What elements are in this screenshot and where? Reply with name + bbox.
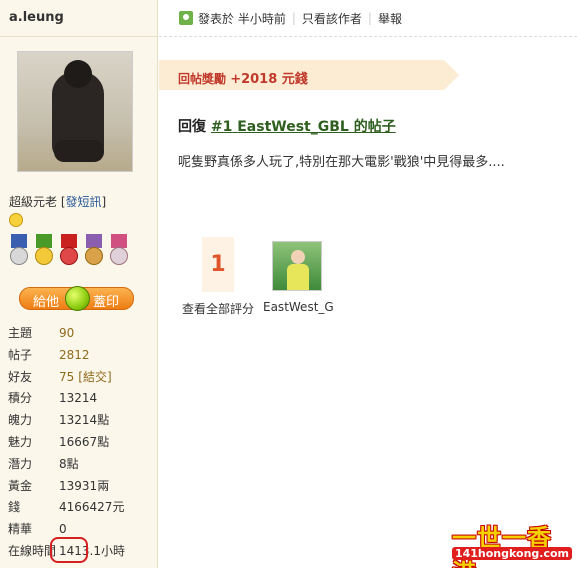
author-avatar[interactable] (17, 51, 133, 172)
stat-points: 積分 13214 (8, 391, 98, 406)
stat-threads: 主題 90 (8, 326, 75, 340)
stat-money: 錢 4166427 元 (8, 500, 125, 515)
rating-count[interactable]: 1 (202, 237, 234, 292)
rater-avatar[interactable] (272, 241, 322, 291)
post-body: 呢隻野真係多人玩了,特別在那大電影'戰狼'中見得最多.... (178, 155, 505, 170)
give-label: 給他 (33, 295, 60, 310)
post-meta-bar: 發表於 半小時前 | 只看該作者 | 舉報 (159, 0, 577, 37)
post-time: 發表於 半小時前 (198, 11, 286, 26)
tennis-ball-icon (65, 286, 90, 311)
author-rank: 超級元老 [發短訊] (9, 195, 107, 209)
stat-potential: 潛力 8 點 (8, 456, 79, 471)
stat-gold: 黃金 13931 兩 (8, 478, 110, 493)
send-pm-link[interactable]: 發短訊 (66, 195, 102, 209)
rater-name-link[interactable]: EastWest_G (263, 300, 334, 314)
only-author-link[interactable]: 只看該作者 (302, 10, 362, 27)
rank-label: 超級元老 (9, 195, 58, 209)
view-all-ratings-link[interactable]: 查看全部評分 (182, 300, 254, 317)
reply-reward-banner: 回帖獎勵 +2018 元錢 (159, 60, 459, 90)
author-sidebar: a.leung 超級元老 [發短訊] 給他 蓋印 主題 90 帖子 2812 好友 7… (0, 0, 158, 568)
reward-label: 回帖獎勵 (178, 72, 227, 86)
smiley-icon (9, 213, 23, 227)
stat-friends: 好友 75 [結交] (8, 367, 125, 389)
report-link[interactable]: 舉報 (378, 10, 402, 27)
reward-amount: +2018 元錢 (230, 72, 308, 87)
medal-icon[interactable] (33, 234, 55, 268)
stat-power: 魄力 13214 點 (8, 413, 110, 428)
post-main: 發表於 半小時前 | 只看該作者 | 舉報 回帖獎勵 +2018 元錢 回復 #… (159, 0, 577, 568)
watermark-bottom: 141hongkong.com (451, 547, 572, 560)
user-online-icon (179, 11, 193, 25)
medal-icon[interactable] (58, 234, 80, 268)
reply-target-link[interactable]: #1 EastWest_GBL 的帖子 (211, 119, 396, 135)
medals-list (8, 234, 130, 268)
author-stats: 主題 90 帖子 2812 好友 75 [結交] 積分 13214 魄力 13214 點 魅力… (8, 323, 125, 563)
stamp-label: 蓋印 (93, 295, 120, 310)
author-username[interactable]: a.leung (9, 10, 64, 25)
reply-prefix: 回復 (178, 119, 206, 135)
stat-posts: 帖子 2812 (8, 347, 90, 362)
red-highlight-circle (50, 537, 88, 563)
reply-quote-title: 回復 #1 EastWest_GBL 的帖子 (178, 116, 396, 136)
username-bar: a.leung (0, 0, 157, 37)
add-friend-link[interactable]: [結交] (78, 367, 111, 389)
medal-icon[interactable] (8, 234, 30, 268)
stat-charm: 魅力 16667 點 (8, 434, 110, 449)
site-watermark: 一世一香港 141hongkong.com (451, 518, 572, 568)
give-stamp-button[interactable]: 給他 蓋印 (19, 286, 134, 311)
watermark-top: 一世一香港 (452, 524, 552, 568)
avatar-image (18, 52, 132, 171)
medal-icon[interactable] (108, 234, 130, 268)
medal-icon[interactable] (83, 234, 105, 268)
